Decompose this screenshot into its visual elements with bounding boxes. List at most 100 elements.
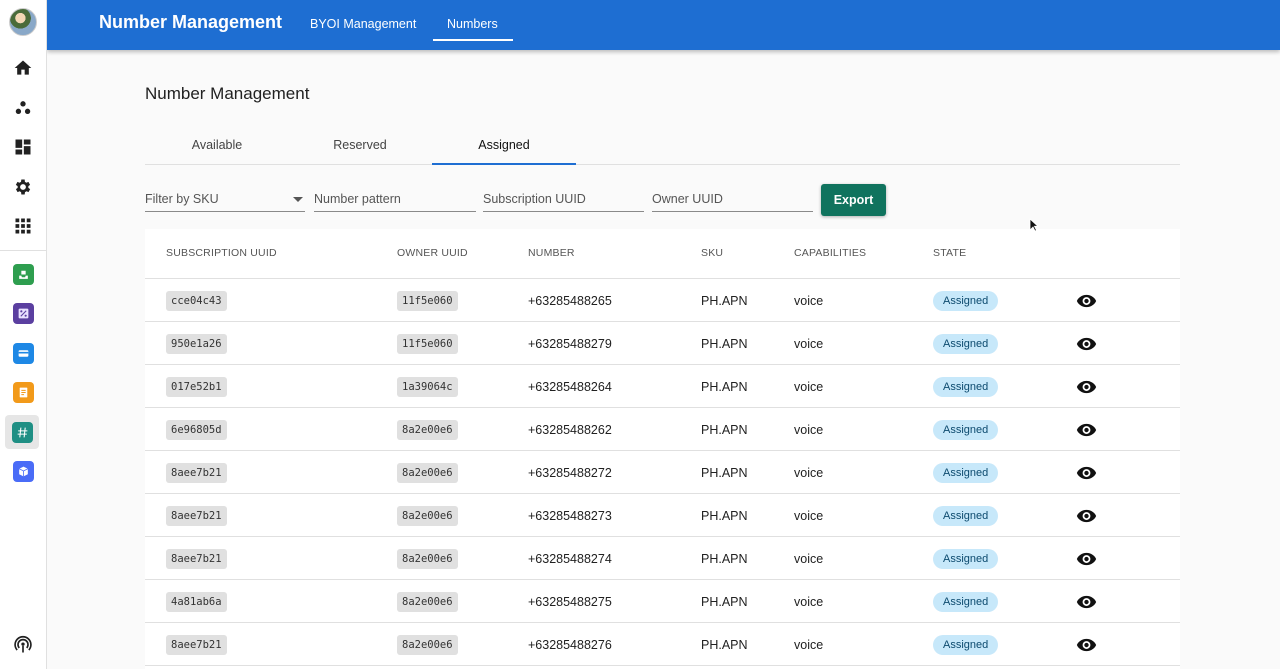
capabilities-cell: voice	[794, 465, 824, 480]
capabilities-cell: voice	[794, 551, 824, 566]
people-icon[interactable]	[8, 93, 38, 123]
owner-uuid-chip: 8a2e00e6	[397, 505, 458, 526]
tab-assigned[interactable]: Assigned	[432, 124, 576, 165]
owner-uuid-chip: 1a39064c	[397, 376, 458, 397]
owner-uuid-input[interactable]	[652, 192, 813, 206]
subscription-uuid-chip: cce04c43	[166, 290, 227, 311]
page-title: Number Management	[145, 84, 310, 103]
view-eye-icon[interactable]	[1076, 365, 1097, 408]
view-eye-icon[interactable]	[1076, 623, 1097, 666]
mouse-cursor-icon	[1029, 218, 1039, 232]
number-cell: +63285488274	[528, 551, 612, 566]
capabilities-cell: voice	[794, 508, 824, 523]
state-badge: Assigned	[933, 419, 999, 440]
state-badge: Assigned	[933, 376, 999, 397]
sku-cell: PH.APN	[701, 379, 748, 394]
tab-reserved[interactable]: Reserved	[288, 124, 432, 165]
inbox-app-icon[interactable]	[8, 259, 38, 289]
state-badge: Assigned	[933, 548, 999, 569]
table-row[interactable]: 8aee7b21 8a2e00e6 +63285488273 PH.APN voice A…	[145, 494, 1180, 537]
header-state: STATE	[933, 247, 967, 259]
header-sku: SKU	[701, 247, 724, 259]
state-badge: Assigned	[933, 634, 999, 655]
capabilities-cell: voice	[794, 379, 824, 394]
percent-app-icon[interactable]	[8, 298, 38, 328]
dropdown-caret-icon	[293, 197, 303, 202]
number-cell: +63285488276	[528, 637, 612, 652]
table-row[interactable]: 8aee7b21 8a2e00e6 +63285488272 PH.APN voice A…	[145, 451, 1180, 494]
numbers-table: SUBSCRIPTION UUID OWNER UUID NUMBER SKU …	[145, 229, 1180, 669]
owner-uuid-chip: 8a2e00e6	[397, 548, 458, 569]
owner-uuid-chip: 8a2e00e6	[397, 462, 458, 483]
home-icon[interactable]	[8, 53, 38, 83]
sku-filter-select[interactable]: Filter by SKU	[145, 186, 305, 212]
header-owner-uuid: OWNER UUID	[397, 247, 468, 259]
view-eye-icon[interactable]	[1076, 279, 1097, 322]
table-row[interactable]: 017e52b1 1a39064c +63285488264 PH.APN voice A…	[145, 365, 1180, 408]
hashtag-app-icon[interactable]	[5, 415, 39, 449]
left-rail	[0, 0, 47, 669]
card-app-icon[interactable]	[8, 338, 38, 368]
app-title: Number Management	[99, 12, 283, 32]
state-badge: Assigned	[933, 462, 999, 483]
sku-cell: PH.APN	[701, 293, 748, 308]
sku-cell: PH.APN	[701, 508, 748, 523]
table-row[interactable]: 8aee7b21 8a2e00e6 +63285488276 PH.APN voice A…	[145, 623, 1180, 666]
number-cell: +63285488275	[528, 594, 612, 609]
subscription-uuid-chip: 017e52b1	[166, 376, 227, 397]
settings-icon[interactable]	[8, 172, 38, 202]
view-eye-icon[interactable]	[1076, 408, 1097, 451]
table-row[interactable]: 6e96805d 8a2e00e6 +63285488262 PH.APN voice A…	[145, 408, 1180, 451]
owner-uuid-chip: 8a2e00e6	[397, 634, 458, 655]
owner-uuid-field	[652, 186, 813, 212]
capabilities-cell: voice	[794, 336, 824, 351]
apps-grid-icon[interactable]	[8, 211, 38, 241]
number-cell: +63285488279	[528, 336, 612, 351]
notes-app-icon[interactable]	[8, 377, 38, 407]
sku-cell: PH.APN	[701, 336, 748, 351]
nav-byoi-management[interactable]: BYOI Management	[310, 17, 416, 31]
state-badge: Assigned	[933, 290, 999, 311]
avatar[interactable]	[9, 8, 37, 36]
view-eye-icon[interactable]	[1076, 537, 1097, 580]
subscription-uuid-field	[483, 186, 644, 212]
view-eye-icon[interactable]	[1076, 580, 1097, 623]
rail-divider	[0, 250, 47, 251]
subscription-uuid-chip: 4a81ab6a	[166, 591, 227, 612]
state-badge: Assigned	[933, 591, 999, 612]
dashboard-icon[interactable]	[8, 132, 38, 162]
state-tabs: Available Reserved Assigned	[145, 124, 1180, 165]
header-capabilities: CAPABILITIES	[794, 247, 867, 259]
table-row[interactable]: cce04c43 11f5e060 +63285488265 PH.APN voice A…	[145, 279, 1180, 322]
subscription-uuid-input[interactable]	[483, 192, 644, 206]
header-number: NUMBER	[528, 247, 575, 259]
tab-active-indicator	[432, 163, 576, 165]
number-cell: +63285488272	[528, 465, 612, 480]
owner-uuid-chip: 8a2e00e6	[397, 419, 458, 440]
table-row[interactable]: 4a81ab6a 8a2e00e6 +63285488275 PH.APN voice A…	[145, 580, 1180, 623]
sku-cell: PH.APN	[701, 551, 748, 566]
subscription-uuid-chip: 6e96805d	[166, 419, 227, 440]
nav-numbers[interactable]: Numbers	[447, 17, 498, 31]
capabilities-cell: voice	[794, 422, 824, 437]
number-cell: +63285488262	[528, 422, 612, 437]
export-button[interactable]: Export	[821, 184, 886, 216]
view-eye-icon[interactable]	[1076, 494, 1097, 537]
box-app-icon[interactable]	[8, 456, 38, 486]
number-pattern-input[interactable]	[314, 192, 476, 206]
owner-uuid-chip: 11f5e060	[397, 290, 458, 311]
view-eye-icon[interactable]	[1076, 451, 1097, 494]
subscription-uuid-chip: 950e1a26	[166, 333, 227, 354]
sku-cell: PH.APN	[701, 594, 748, 609]
number-cell: +63285488273	[528, 508, 612, 523]
view-eye-icon[interactable]	[1076, 322, 1097, 365]
top-app-bar: Number Management BYOI Management Number…	[47, 0, 1280, 50]
state-badge: Assigned	[933, 505, 999, 526]
table-row[interactable]: 950e1a26 11f5e060 +63285488279 PH.APN voice A…	[145, 322, 1180, 365]
tab-available[interactable]: Available	[145, 124, 289, 165]
subscription-uuid-chip: 8aee7b21	[166, 462, 227, 483]
capabilities-cell: voice	[794, 594, 824, 609]
broadcast-icon[interactable]	[8, 630, 38, 660]
table-row[interactable]: 8aee7b21 8a2e00e6 +63285488274 PH.APN voice A…	[145, 537, 1180, 580]
state-badge: Assigned	[933, 333, 999, 354]
